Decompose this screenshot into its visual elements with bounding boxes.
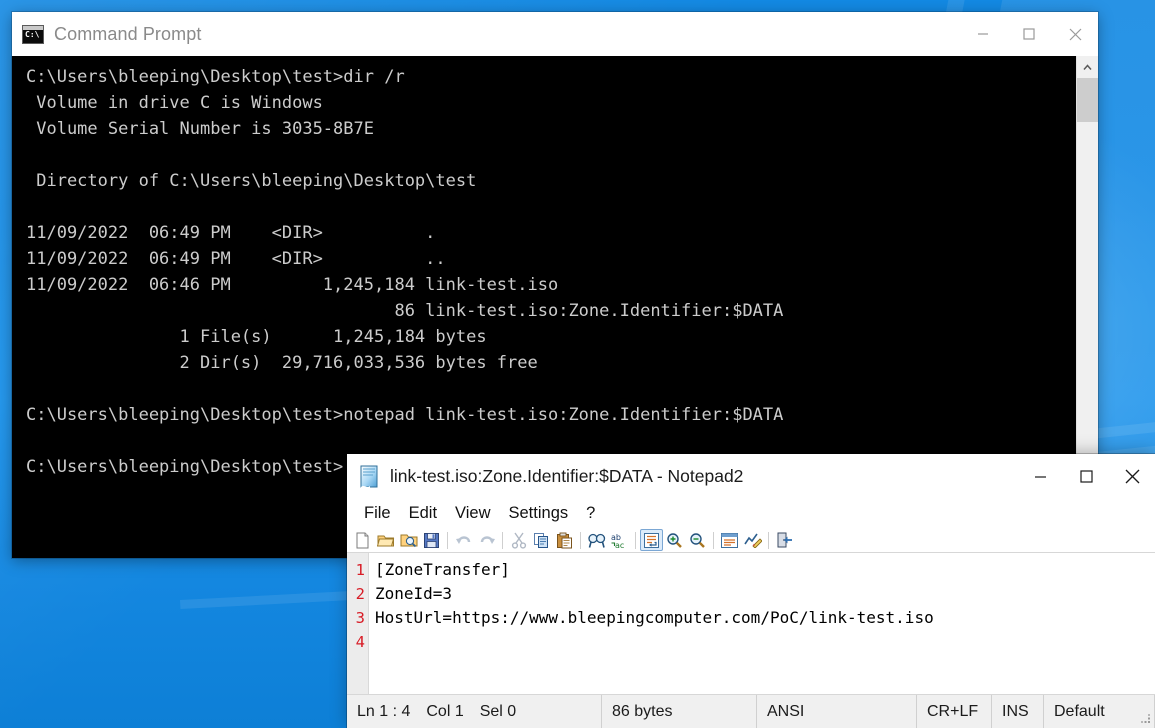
exit-icon[interactable] [773, 529, 796, 551]
minimize-button[interactable] [1017, 454, 1063, 498]
notepad2-window-controls [1017, 454, 1155, 498]
notepad2-editor[interactable]: 1 2 3 4 [ZoneTransfer] ZoneId=3 HostUrl=… [347, 553, 1155, 695]
command-prompt-window-controls [960, 12, 1098, 56]
status-encoding[interactable]: ANSI [757, 695, 917, 728]
maximize-icon [1023, 28, 1035, 40]
close-icon [1069, 28, 1081, 40]
close-icon [1125, 469, 1139, 483]
replace-icon[interactable]: ab ac [608, 529, 631, 551]
notepad2-window[interactable]: link-test.iso:Zone.Identifier:$DATA - No… [347, 454, 1155, 728]
toolbar-separator [447, 531, 448, 549]
notepad2-document-icon [360, 465, 378, 488]
status-line-position: Ln 1 : 4 [357, 702, 411, 720]
command-prompt-titlebar[interactable]: Command Prompt [12, 12, 1098, 56]
scheme-icon[interactable] [718, 529, 741, 551]
menu-settings[interactable]: Settings [500, 502, 578, 525]
menu-edit[interactable]: Edit [400, 502, 446, 525]
notepad2-menubar[interactable]: File Edit View Settings ? [347, 499, 1155, 528]
toolbar-separator [502, 531, 503, 549]
undo-icon[interactable] [452, 529, 475, 551]
find-icon[interactable] [585, 529, 608, 551]
zoom-in-icon[interactable] [663, 529, 686, 551]
menu-file[interactable]: File [355, 502, 400, 525]
status-scheme[interactable]: Default [1044, 695, 1155, 728]
zoom-out-icon[interactable] [686, 529, 709, 551]
minimize-icon [1034, 475, 1046, 478]
editor-text-area[interactable]: [ZoneTransfer] ZoneId=3 HostUrl=https://… [369, 553, 1155, 694]
menu-view[interactable]: View [446, 502, 499, 525]
menu-help[interactable]: ? [577, 502, 604, 525]
toolbar-separator [768, 531, 769, 549]
command-prompt-icon [22, 24, 44, 44]
maximize-button[interactable] [1006, 12, 1052, 56]
word-wrap-icon[interactable] [640, 529, 663, 551]
cut-icon[interactable] [507, 529, 530, 551]
resize-grip-icon[interactable] [1140, 713, 1152, 725]
customize-scheme-icon[interactable] [741, 529, 764, 551]
line-number-gutter: 1 2 3 4 [347, 553, 369, 694]
redo-icon[interactable] [475, 529, 498, 551]
close-button[interactable] [1109, 454, 1155, 498]
minimize-icon [978, 33, 988, 35]
scrollbar-up-button[interactable] [1077, 56, 1098, 78]
scrollbar-thumb[interactable] [1077, 78, 1098, 122]
toolbar-separator [580, 531, 581, 549]
browse-file-icon[interactable] [397, 529, 420, 551]
save-file-icon[interactable] [420, 529, 443, 551]
copy-icon[interactable] [530, 529, 553, 551]
notepad2-title: link-test.iso:Zone.Identifier:$DATA - No… [390, 466, 744, 486]
status-line-endings[interactable]: CR+LF [917, 695, 992, 728]
status-cursor-group: Ln 1 : 4 Col 1 Sel 0 [347, 695, 602, 728]
notepad2-toolbar[interactable]: ab ac [347, 528, 1155, 553]
maximize-icon [1079, 469, 1093, 483]
status-column: Col 1 [426, 702, 464, 720]
toolbar-separator [713, 531, 714, 549]
open-file-icon[interactable] [374, 529, 397, 551]
chevron-up-icon [1083, 63, 1092, 70]
status-selection: Sel 0 [479, 702, 517, 720]
status-file-size: 86 bytes [602, 695, 757, 728]
command-prompt-title: Command Prompt [54, 23, 202, 44]
status-insert-mode[interactable]: INS [992, 695, 1044, 728]
minimize-button[interactable] [960, 12, 1006, 56]
toolbar-separator [635, 531, 636, 549]
svg-text:ac: ac [615, 541, 624, 549]
notepad2-statusbar: Ln 1 : 4 Col 1 Sel 0 86 bytes ANSI CR+LF… [347, 695, 1155, 728]
new-file-icon[interactable] [351, 529, 374, 551]
maximize-button[interactable] [1063, 454, 1109, 498]
notepad2-titlebar[interactable]: link-test.iso:Zone.Identifier:$DATA - No… [347, 454, 1155, 499]
paste-icon[interactable] [553, 529, 576, 551]
close-button[interactable] [1052, 12, 1098, 56]
